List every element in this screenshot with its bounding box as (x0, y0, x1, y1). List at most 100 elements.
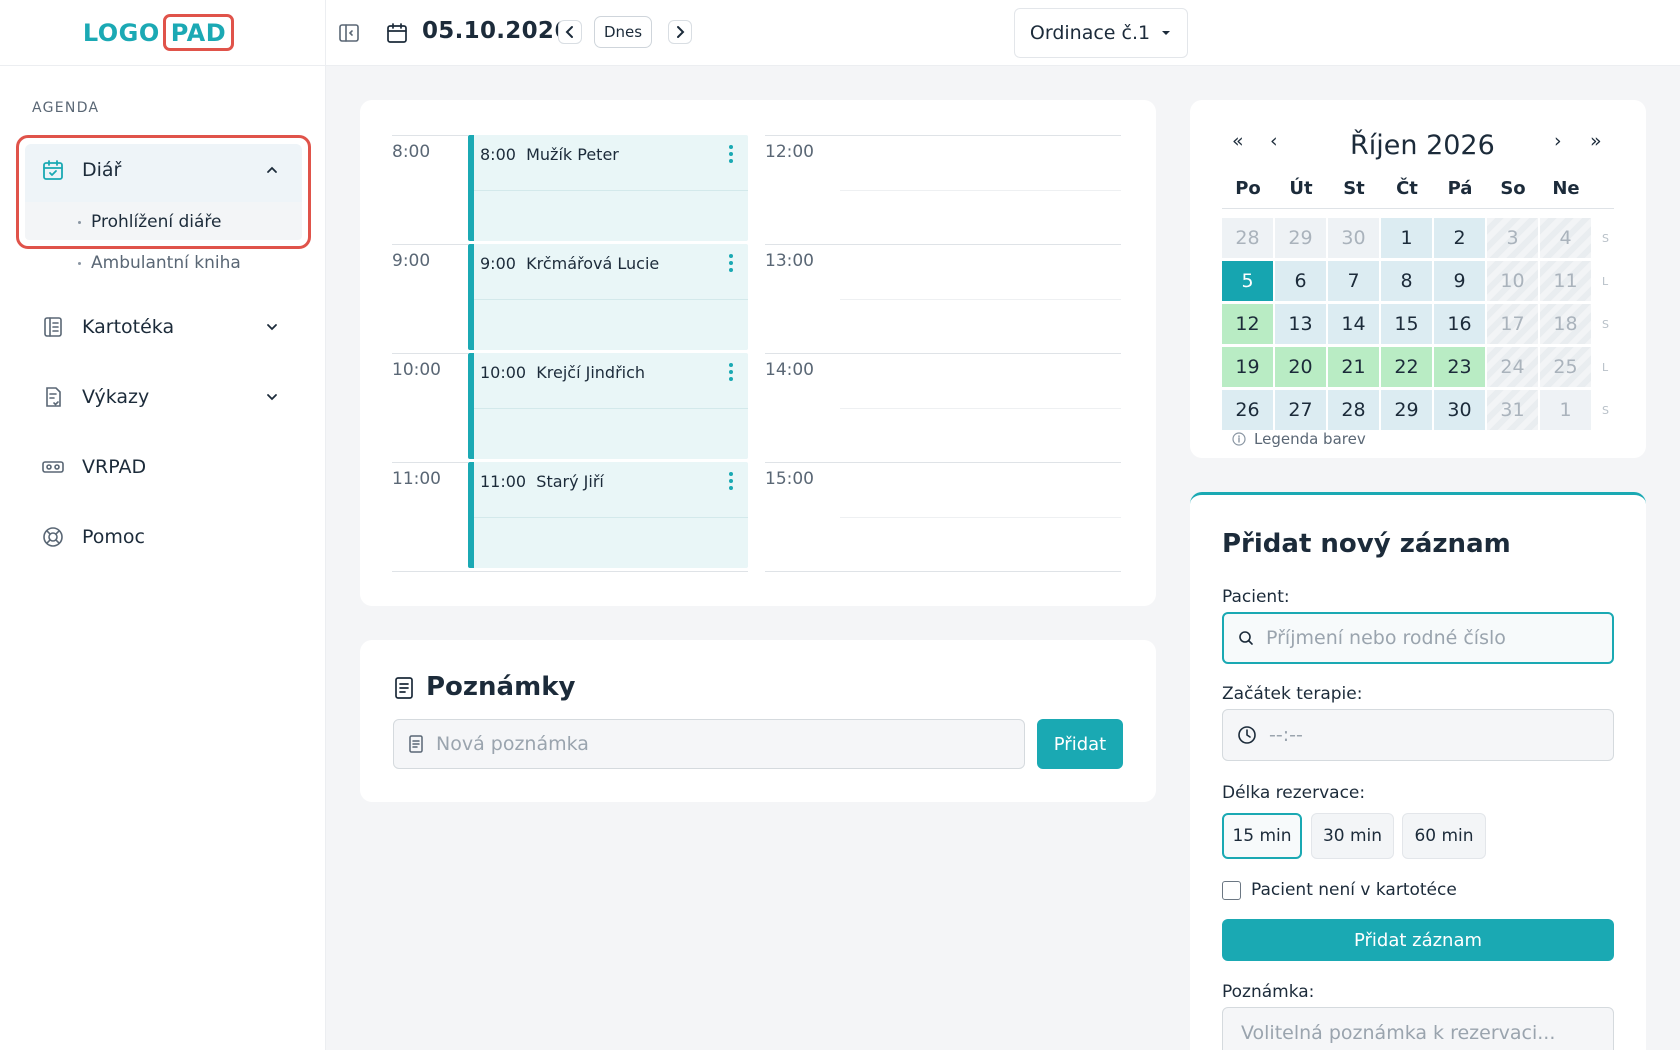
color-legend[interactable]: Legenda barev (1232, 430, 1366, 448)
start-label: Začátek terapie: (1222, 684, 1363, 704)
time-label: 11:00 (392, 469, 441, 489)
appointment-name: Starý Jiří (536, 472, 604, 491)
calendar-day[interactable]: 31 (1487, 390, 1538, 430)
sidebar-subitem-prohlizeni[interactable]: Prohlížení diáře (78, 212, 221, 232)
not-in-records-row[interactable]: Pacient není v kartotéce (1222, 880, 1457, 900)
first-month-button[interactable]: « (1232, 130, 1244, 152)
start-time-input[interactable]: --:-- (1222, 709, 1614, 761)
calendar-day[interactable]: 26 (1222, 390, 1273, 430)
calendar-day[interactable]: 7 (1328, 261, 1379, 301)
calendar-icon[interactable] (384, 20, 410, 46)
calendar-day[interactable]: 5 (1222, 261, 1273, 301)
calendar-day[interactable]: 28 (1328, 390, 1379, 430)
weekday-divider (1222, 208, 1614, 209)
calendar-day[interactable]: 30 (1434, 390, 1485, 430)
calendar-day[interactable]: 10 (1487, 261, 1538, 301)
calendar-day[interactable]: 4 (1540, 218, 1591, 258)
reservation-note-placeholder: Volitelná poznámka k rezervaci... (1241, 1022, 1556, 1044)
office-select[interactable]: Ordinace č.1 (1014, 8, 1188, 58)
duration-60-button[interactable]: 60 min (1402, 813, 1486, 859)
calendar-day[interactable]: 28 (1222, 218, 1273, 258)
calendar-day[interactable]: 27 (1275, 390, 1326, 430)
calendar-day[interactable]: 19 (1222, 347, 1273, 387)
patient-search-input[interactable]: Příjmení nebo rodné číslo (1222, 612, 1614, 664)
new-note-input[interactable]: Nová poznámka (393, 719, 1025, 769)
calendar-day[interactable]: 16 (1434, 304, 1485, 344)
kebab-menu-icon[interactable] (728, 253, 734, 273)
appointment-text: 9:00 Krčmářová Lucie (480, 254, 659, 273)
appointment-block[interactable]: 11:00 Starý Jiří (468, 462, 748, 568)
today-button[interactable]: Dnes (594, 16, 652, 48)
kebab-menu-icon[interactable] (728, 362, 734, 382)
appointment-block[interactable]: 9:00 Krčmářová Lucie (468, 244, 748, 350)
duration-15-button[interactable]: 15 min (1222, 813, 1302, 859)
notes-card: Poznámky Nová poznámka Přidat (360, 640, 1156, 802)
sidebar-item-pomoc[interactable]: Pomoc (40, 522, 290, 552)
next-month-button[interactable]: › (1554, 130, 1562, 152)
not-in-records-checkbox[interactable] (1222, 880, 1241, 900)
calendar-day[interactable]: 2 (1434, 218, 1485, 258)
add-record-button[interactable]: Přidat záznam (1222, 919, 1614, 961)
calendar-day[interactable]: 18 (1540, 304, 1591, 344)
calendar-day[interactable]: 29 (1381, 390, 1432, 430)
half-hour-line (840, 299, 1121, 300)
office-select-label: Ordinace č.1 (1029, 22, 1151, 44)
sidebar-item-vrpad[interactable]: VRPAD (40, 452, 290, 482)
prev-day-button[interactable] (558, 20, 582, 44)
sidebar-item-vykazy[interactable]: Výkazy (40, 382, 290, 412)
appointment-block[interactable]: 10:00 Krejčí Jindřich (468, 353, 748, 459)
calendar-day[interactable]: 11 (1540, 261, 1591, 301)
not-in-records-label: Pacient není v kartotéce (1251, 880, 1457, 900)
book-icon (40, 314, 66, 340)
calendar-day[interactable]: 15 (1381, 304, 1432, 344)
hour-line (392, 462, 468, 463)
calendar-day[interactable]: 29 (1275, 218, 1326, 258)
half-hour-line (474, 408, 748, 409)
chevron-down-icon[interactable] (264, 389, 280, 405)
calendar-day[interactable]: 12 (1222, 304, 1273, 344)
calendar-day[interactable]: 1 (1540, 390, 1591, 430)
calendar-day[interactable]: 30 (1328, 218, 1379, 258)
calendar-day[interactable]: 6 (1275, 261, 1326, 301)
sidebar: LOGO PAD AGENDA Diář Prohlížení diáře Am… (0, 0, 326, 1050)
sidebar-item-label: Pomoc (82, 526, 145, 548)
patient-label: Pacient: (1222, 587, 1290, 607)
calendar-day[interactable]: 8 (1381, 261, 1432, 301)
calendar-day[interactable]: 23 (1434, 347, 1485, 387)
calendar-day[interactable]: 1 (1381, 218, 1432, 258)
sidebar-item-kartoteka[interactable]: Kartotéka (40, 312, 290, 342)
kebab-menu-icon[interactable] (728, 144, 734, 164)
calendar-day[interactable]: 25 (1540, 347, 1591, 387)
sidebar-item-label: Výkazy (82, 386, 150, 408)
sidebar-subitem-ambulantni[interactable]: Ambulantní kniha (78, 253, 241, 273)
prev-month-button[interactable]: ‹ (1270, 130, 1278, 152)
calendar-day[interactable]: 14 (1328, 304, 1379, 344)
appointment-block[interactable]: 8:00 Mužík Peter (468, 135, 748, 241)
sidebar-item-diar[interactable]: Diář (40, 155, 290, 185)
chevron-down-icon[interactable] (264, 319, 280, 335)
calendar-day[interactable]: 13 (1275, 304, 1326, 344)
calendar-day[interactable]: 21 (1328, 347, 1379, 387)
patient-search-placeholder: Příjmení nebo rodné číslo (1266, 627, 1506, 649)
reservation-note-input[interactable]: Volitelná poznámka k rezervaci... (1222, 1007, 1614, 1050)
add-note-button[interactable]: Přidat (1037, 719, 1123, 769)
chevron-up-icon[interactable] (264, 162, 280, 178)
sidebar-subitem-label: Prohlížení diáře (91, 212, 222, 232)
next-day-button[interactable] (668, 20, 692, 44)
calendar-day[interactable]: 24 (1487, 347, 1538, 387)
calendar-day[interactable]: 9 (1434, 261, 1485, 301)
kebab-menu-icon[interactable] (728, 471, 734, 491)
time-label: 14:00 (765, 360, 814, 380)
calendar-day[interactable]: 3 (1487, 218, 1538, 258)
bullet-icon (78, 220, 81, 224)
logo[interactable]: LOGO PAD (83, 14, 235, 51)
current-date[interactable]: 05.10.2026 (422, 18, 571, 44)
appointment-text: 10:00 Krejčí Jindřich (480, 363, 645, 382)
calendar-day[interactable]: 17 (1487, 304, 1538, 344)
duration-30-button[interactable]: 30 min (1311, 813, 1394, 859)
chevron-left-icon (565, 26, 573, 38)
calendar-day[interactable]: 20 (1275, 347, 1326, 387)
sidebar-toggle-icon[interactable] (336, 20, 362, 46)
calendar-day[interactable]: 22 (1381, 347, 1432, 387)
last-month-button[interactable]: » (1590, 130, 1602, 152)
